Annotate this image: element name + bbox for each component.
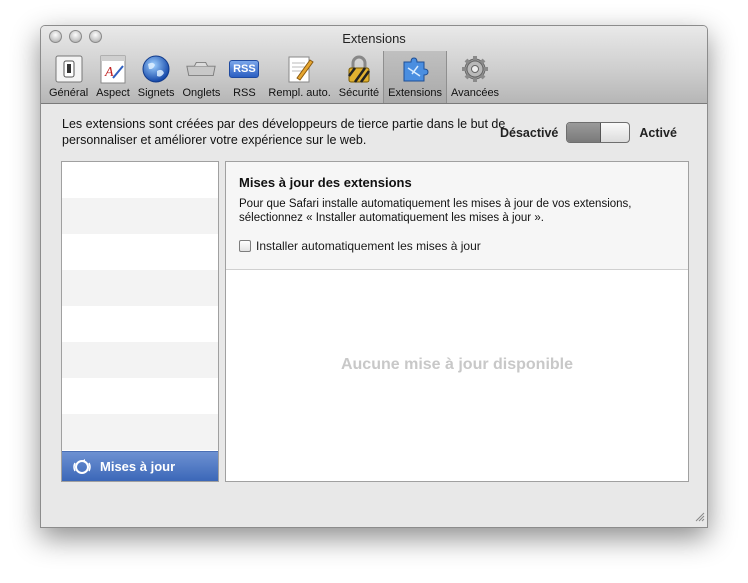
svg-text:A: A xyxy=(104,65,114,80)
toolbar-item-extensions[interactable]: Extensions xyxy=(383,51,447,103)
rss-badge: RSS xyxy=(229,60,260,78)
preferences-window: Extensions Général A Aspect Signets Ongl… xyxy=(40,25,708,528)
toolbar-item-aspect[interactable]: A Aspect xyxy=(92,51,134,103)
toolbar-item-label: Sécurité xyxy=(338,87,380,99)
list-item xyxy=(62,342,218,378)
lock-icon xyxy=(343,53,375,85)
resize-grip-icon[interactable] xyxy=(694,511,705,525)
toolbar-item-label: Avancées xyxy=(450,87,500,99)
list-item xyxy=(62,162,218,198)
toolbar-item-label: Signets xyxy=(137,87,175,99)
toggle-off-label: Désactivé xyxy=(500,125,559,140)
sidebar-item-label: Mises à jour xyxy=(100,459,176,474)
toolbar-item-label: Rempl. auto. xyxy=(268,87,331,99)
font-icon: A xyxy=(97,53,129,85)
refresh-icon xyxy=(72,458,92,476)
auto-install-option[interactable]: Installer automatiquement les mises à jo… xyxy=(239,239,675,253)
toolbar-item-label: Général xyxy=(49,87,89,99)
list-item xyxy=(62,270,218,306)
toolbar-item-autofill[interactable]: Rempl. auto. xyxy=(264,51,334,103)
toggle-knob[interactable] xyxy=(567,123,602,142)
gear-icon xyxy=(459,53,491,85)
list-item xyxy=(62,414,218,450)
auto-install-label[interactable]: Installer automatiquement les mises à jo… xyxy=(256,239,481,253)
pencil-icon xyxy=(284,53,316,85)
auto-install-checkbox[interactable] xyxy=(239,240,251,252)
list-item xyxy=(62,234,218,270)
no-updates-message: Aucune mise à jour disponible xyxy=(340,356,574,373)
extensions-toggle-group: Désactivé Activé xyxy=(500,122,677,143)
window-title: Extensions xyxy=(342,31,406,46)
updates-header: Mises à jour des extensions Pour que Saf… xyxy=(226,162,688,270)
extensions-list[interactable]: Mises à jour xyxy=(61,161,219,482)
extensions-pane: Les extensions sont créées par des dével… xyxy=(41,104,707,527)
updates-title: Mises à jour des extensions xyxy=(239,175,412,190)
toggle-on-label: Activé xyxy=(639,125,677,140)
toolbar-item-advanced[interactable]: Avancées xyxy=(447,51,503,103)
toolbar-item-security[interactable]: Sécurité xyxy=(335,51,383,103)
list-item xyxy=(62,378,218,414)
toolbar-item-label: Extensions xyxy=(388,87,442,99)
switch-icon xyxy=(53,53,85,85)
toolbar-item-tabs[interactable]: Onglets xyxy=(178,51,224,103)
extensions-description: Les extensions sont créées par des dével… xyxy=(62,117,506,147)
globe-icon xyxy=(140,53,172,85)
extensions-enable-toggle[interactable] xyxy=(566,122,631,143)
puzzle-icon xyxy=(399,53,431,85)
toolbar-item-rss[interactable]: RSS RSS xyxy=(224,51,264,103)
updates-detail-panel: Mises à jour des extensions Pour que Saf… xyxy=(225,161,689,482)
list-item xyxy=(62,198,218,234)
toolbar-item-bookmarks[interactable]: Signets xyxy=(134,51,179,103)
toolbar-item-label: RSS xyxy=(233,87,256,99)
tabs-icon xyxy=(185,53,217,85)
list-item xyxy=(62,306,218,342)
updates-description: Pour que Safari installe automatiquement… xyxy=(239,198,632,224)
sidebar-item-updates[interactable]: Mises à jour xyxy=(62,451,218,481)
rss-icon: RSS xyxy=(228,53,260,85)
toolbar-item-label: Aspect xyxy=(96,87,130,99)
toolbar-item-general[interactable]: Général xyxy=(45,51,92,103)
toolbar-item-label: Onglets xyxy=(182,87,221,99)
title-bar: Extensions Général A Aspect Signets Ongl… xyxy=(41,26,707,104)
preferences-toolbar: Général A Aspect Signets Onglets RSS RSS… xyxy=(45,51,503,103)
